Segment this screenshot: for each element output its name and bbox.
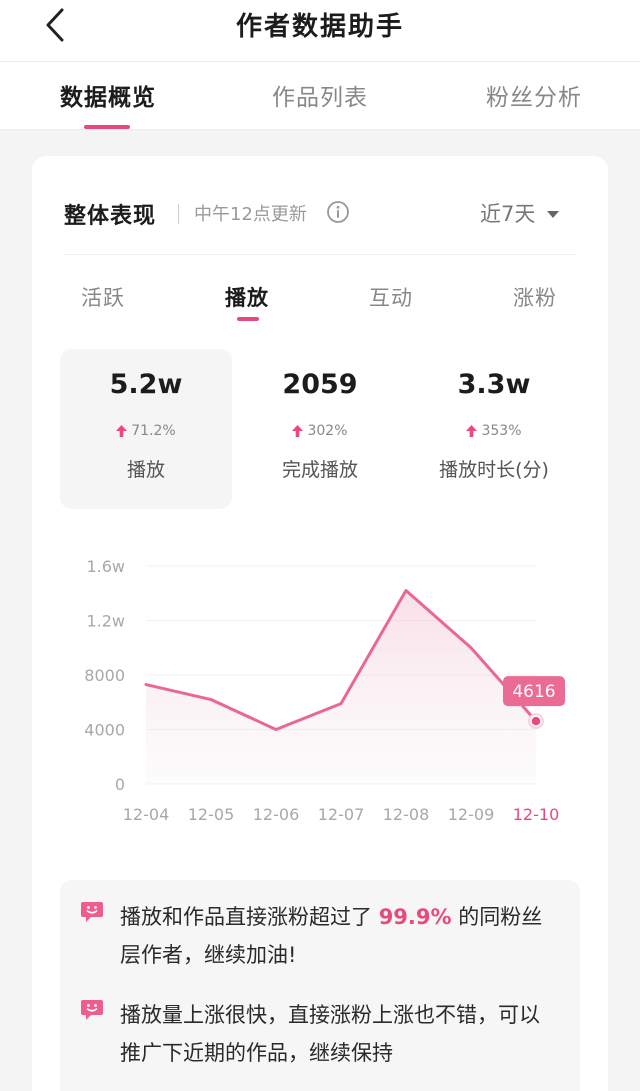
x-tick-label: 12-07 xyxy=(318,805,365,824)
insight-text-part: 播放量上涨很快，直接涨粉上涨也不错，可以推广下近期的作品，继续保持 xyxy=(120,1003,540,1065)
active-tab-indicator xyxy=(84,125,130,129)
subtab-interact[interactable]: 互动 xyxy=(369,282,413,312)
metric-play-duration[interactable]: 3.3w 353% 播放时长(分) xyxy=(408,349,580,509)
page-title: 作者数据助手 xyxy=(235,12,404,42)
metric-change: 353% xyxy=(408,423,580,439)
insights-panel: 播放和作品直接涨粉超过了 99.9% 的同粉丝层作者，继续加油! 播放量上涨很快… xyxy=(60,880,580,1091)
insight-highlight: 99.9% xyxy=(378,905,452,929)
top-bar: 作者数据助手 xyxy=(0,0,640,62)
metric-change-value: 71.2% xyxy=(131,423,176,439)
metric-label: 播放时长(分) xyxy=(439,459,549,481)
date-range-select[interactable]: 近7天 xyxy=(480,198,560,228)
x-tick-label: 12-09 xyxy=(448,805,495,824)
metric-value: 3.3w xyxy=(457,369,531,400)
arrow-up-icon xyxy=(466,425,478,437)
insight-text: 播放量上涨很快，直接涨粉上涨也不错，可以推广下近期的作品，继续保持 xyxy=(120,996,560,1072)
metric-completed-plays[interactable]: 2059 302% 完成播放 xyxy=(234,349,406,509)
y-tick-label: 1.2w xyxy=(86,612,125,631)
tooltip-label: 4616 xyxy=(512,682,555,702)
subtab-active[interactable]: 活跃 xyxy=(81,282,125,312)
insight-text: 播放和作品直接涨粉超过了 99.9% 的同粉丝层作者，继续加油! xyxy=(120,898,560,974)
metric-value: 2059 xyxy=(282,369,358,400)
active-subtab-indicator xyxy=(237,317,259,321)
section-title: 整体表现 xyxy=(64,204,157,229)
metric-change: 71.2% xyxy=(60,423,232,439)
overview-card: 整体表现 中午12点更新 近7天 活跃 播放 互动 涨粉 5.2w 71.2% … xyxy=(32,156,608,1091)
insight-text-part: 播放和作品直接涨粉超过了 xyxy=(120,905,379,929)
title-separator xyxy=(178,204,179,224)
subtab-play[interactable]: 播放 xyxy=(225,282,269,312)
metric-label: 完成播放 xyxy=(281,459,358,481)
divider xyxy=(64,254,576,255)
plays-chart: 0 4000 8000 1.2w 1.6w 12-04 12-05 12-06 12-07 12-… xyxy=(32,541,608,841)
y-tick-label: 4000 xyxy=(84,721,125,740)
x-tick-label: 12-08 xyxy=(383,805,430,824)
update-note: 中午12点更新 xyxy=(194,204,307,225)
x-tick-label: 12-06 xyxy=(253,805,300,824)
y-tick-label: 8000 xyxy=(84,666,125,685)
smiley-chat-icon xyxy=(81,902,103,922)
main-tabs: 数据概览 作品列表 粉丝分析 xyxy=(0,62,640,130)
y-tick-label: 1.6w xyxy=(86,557,125,576)
metric-change-value: 353% xyxy=(481,423,522,439)
x-tick-label: 12-10 xyxy=(513,805,560,824)
metric-change-value: 302% xyxy=(307,423,348,439)
arrow-up-icon xyxy=(292,425,304,437)
arrow-up-icon xyxy=(116,425,128,437)
tab-works-list[interactable]: 作品列表 xyxy=(272,78,368,112)
series-area xyxy=(146,590,536,784)
metric-plays[interactable]: 5.2w 71.2% 播放 xyxy=(60,349,232,509)
y-tick-label: 0 xyxy=(115,775,125,794)
insight-item: 播放和作品直接涨粉超过了 99.9% 的同粉丝层作者，继续加油! xyxy=(80,898,560,978)
metric-change: 302% xyxy=(234,423,406,439)
insight-item: 播放量上涨很快，直接涨粉上涨也不错，可以推广下近期的作品，继续保持 xyxy=(80,996,560,1076)
highlight-point xyxy=(530,715,542,727)
plays-chart-svg: 0 4000 8000 1.2w 1.6w 12-04 12-05 12-06 12-07 12-… xyxy=(84,557,565,824)
metric-label: 播放 xyxy=(126,459,165,481)
tab-overview[interactable]: 数据概览 xyxy=(60,78,156,112)
info-icon[interactable] xyxy=(326,200,350,224)
date-range-label: 近7天 xyxy=(480,202,536,226)
caret-down-icon xyxy=(547,210,560,218)
smiley-chat-icon xyxy=(81,1000,103,1020)
x-tick-label: 12-04 xyxy=(123,805,170,824)
x-tick-label: 12-05 xyxy=(188,805,235,824)
subtab-follower-growth[interactable]: 涨粉 xyxy=(513,282,557,312)
tab-fans-analysis[interactable]: 粉丝分析 xyxy=(486,78,582,112)
metric-value: 5.2w xyxy=(109,369,183,400)
